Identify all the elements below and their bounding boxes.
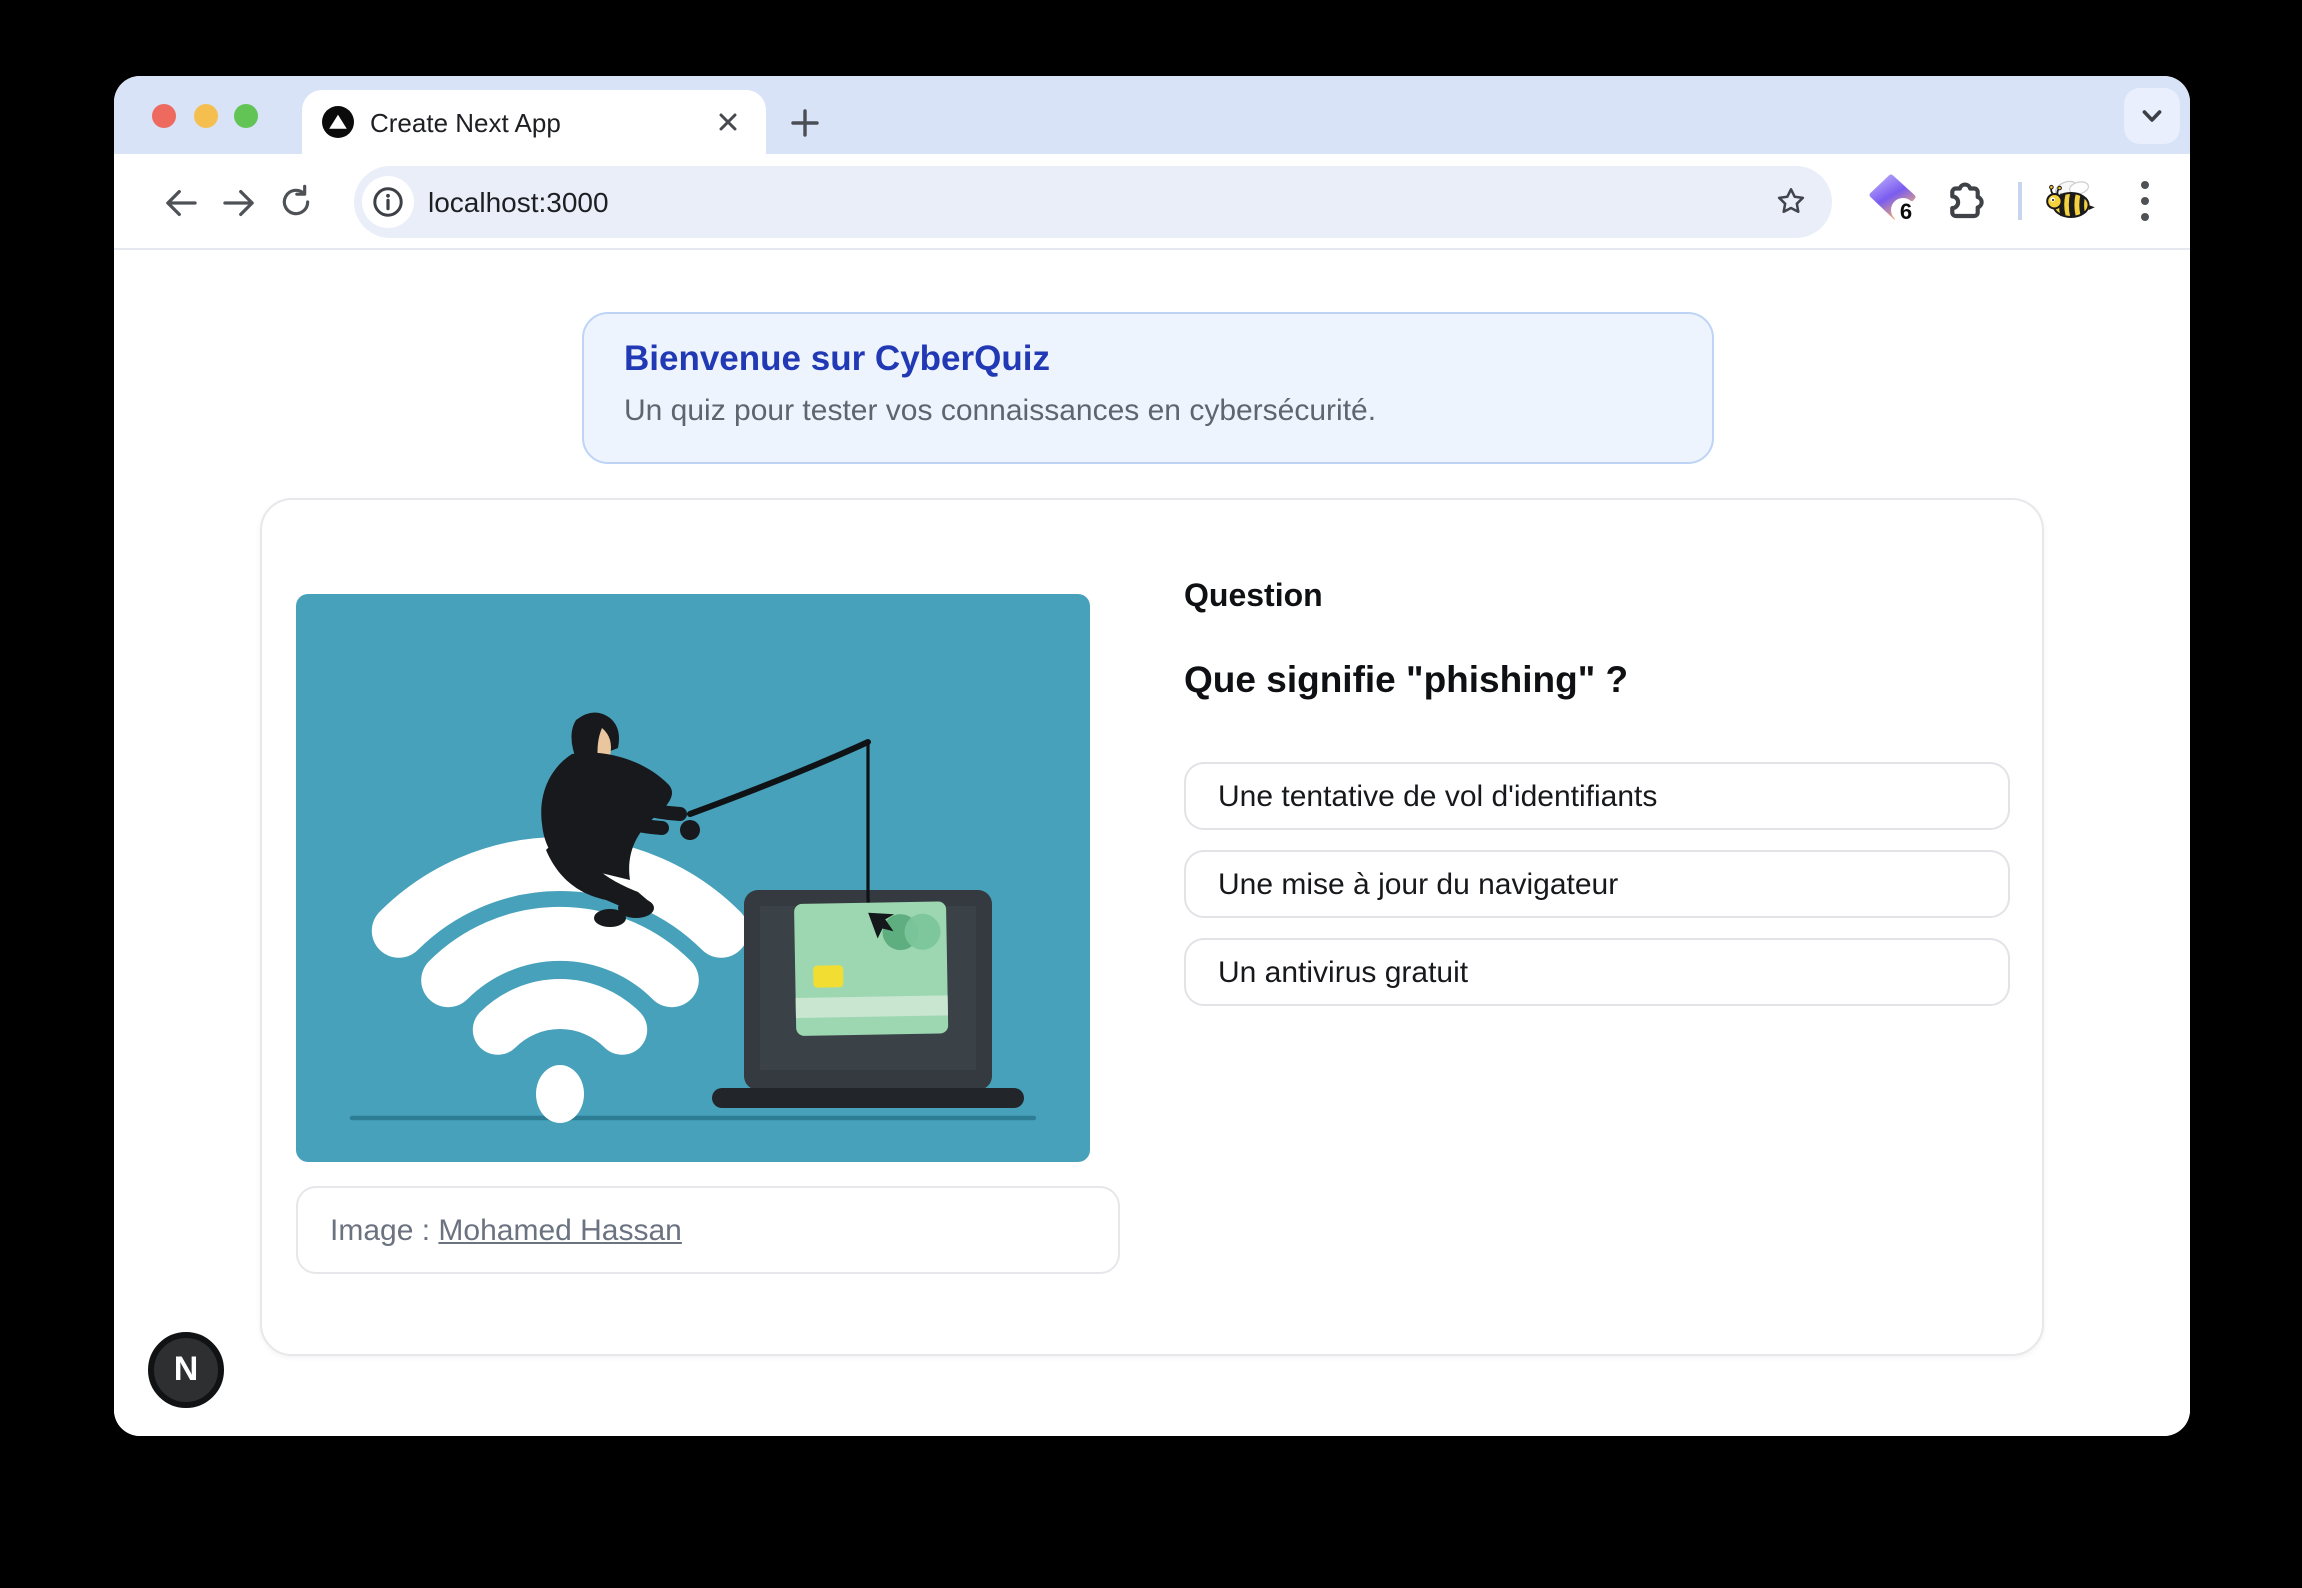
- refresh-icon: [276, 182, 316, 222]
- profile-avatar-bee[interactable]: [2044, 176, 2098, 226]
- arrow-left-icon: [159, 181, 201, 223]
- gradient-arrow-icon: 6: [1866, 172, 1922, 228]
- tab-list-button[interactable]: [2124, 88, 2180, 144]
- attribution-prefix: Image :: [330, 1213, 438, 1247]
- screen: Create Next App: [0, 0, 2302, 1588]
- address-bar[interactable]: localhost:3000: [354, 165, 1832, 237]
- welcome-banner: Bienvenue sur CyberQuiz Un quiz pour tes…: [582, 312, 1714, 464]
- extensions-button[interactable]: [1940, 176, 1990, 226]
- three-dots-icon: [2139, 180, 2149, 222]
- banner-title: Bienvenue sur CyberQuiz: [624, 334, 1672, 384]
- minimize-window-button[interactable]: [193, 104, 217, 128]
- answer-option-3[interactable]: Un antivirus gratuit: [1184, 938, 2010, 1006]
- page-content: Bienvenue sur CyberQuiz Un quiz pour tes…: [114, 250, 2190, 1436]
- extension-badge-count: 6: [1900, 199, 1912, 224]
- nextjs-dev-badge[interactable]: N: [148, 1332, 224, 1408]
- browser-toolbar: localhost:3000: [114, 154, 2190, 250]
- nextjs-favicon-icon: [322, 106, 354, 138]
- close-window-button[interactable]: [152, 104, 176, 128]
- zoom-window-button[interactable]: [234, 104, 258, 128]
- answer-option-1[interactable]: Une tentative de vol d'identifiants: [1184, 762, 2010, 830]
- browser-window: Create Next App: [114, 76, 2190, 1436]
- forward-button[interactable]: [208, 172, 268, 232]
- banner-subtitle: Un quiz pour tester vos connaissances en…: [624, 390, 1672, 434]
- chevron-down-icon: [2138, 102, 2166, 130]
- new-tab-button[interactable]: [776, 94, 832, 150]
- back-button[interactable]: [150, 172, 210, 232]
- window-controls: [152, 104, 258, 128]
- phishing-illustration: [296, 594, 1090, 1162]
- extension-shortcut-button[interactable]: 6: [1866, 172, 1922, 228]
- puzzle-piece-icon: [1940, 176, 1990, 226]
- browser-tab[interactable]: Create Next App: [302, 90, 766, 154]
- attribution-author-link[interactable]: Mohamed Hassan: [438, 1213, 681, 1247]
- plus-icon: [789, 107, 819, 137]
- quiz-card: Image : Mohamed Hassan Question Que sign…: [260, 498, 2044, 1356]
- answer-option-2[interactable]: Une mise à jour du navigateur: [1184, 850, 2010, 918]
- toolbar-separator: [2018, 182, 2022, 220]
- question-text: Que signifie "phishing" ?: [1184, 658, 1628, 702]
- site-info-button[interactable]: [362, 175, 414, 227]
- bookmark-star-button[interactable]: [1768, 179, 1812, 223]
- browser-menu-button[interactable]: [2124, 174, 2164, 228]
- tab-close-icon[interactable]: [710, 104, 746, 140]
- reload-button[interactable]: [266, 172, 326, 232]
- arrow-right-icon: [217, 181, 259, 223]
- image-attribution: Image : Mohamed Hassan: [296, 1186, 1120, 1274]
- tab-strip: Create Next App: [114, 76, 2190, 154]
- bee-icon: [2044, 176, 2098, 226]
- star-icon: [1771, 182, 1809, 220]
- question-section-label: Question: [1184, 580, 1323, 616]
- info-icon: [372, 185, 404, 217]
- tab-title: Create Next App: [370, 107, 710, 137]
- url-text[interactable]: localhost:3000: [428, 165, 609, 237]
